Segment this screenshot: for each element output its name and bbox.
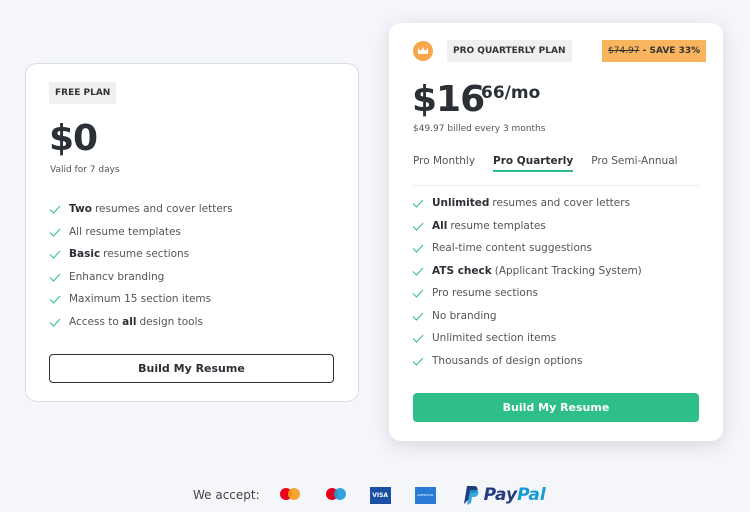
visa-icon: VISA <box>369 486 391 504</box>
mastercard-icon <box>279 488 300 500</box>
paypal-text: PayPal <box>483 485 546 505</box>
check-icon <box>49 318 61 327</box>
plan-tag: FREE PLAN <box>49 82 117 104</box>
check-icon <box>412 289 424 298</box>
tab-pro-semi-annual[interactable]: Pro Semi-Annual <box>591 155 677 172</box>
feature-item: Basic resume sections <box>49 243 233 266</box>
tab-pro-quarterly[interactable]: Pro Quarterly <box>493 155 574 172</box>
check-icon <box>49 250 61 259</box>
feature-item: Enhancv branding <box>49 266 233 289</box>
feature-list: Unlimited resumes and cover letters All res… <box>412 192 642 372</box>
check-icon <box>49 273 61 282</box>
check-icon <box>412 267 424 276</box>
price-cents: 66/mo <box>481 83 541 103</box>
feature-text: All resume templates <box>69 225 181 238</box>
feature-text: No branding <box>432 309 497 322</box>
feature-text: Unlimited section items <box>432 332 557 345</box>
feature-text: Maximum 15 section items <box>69 293 212 306</box>
feature-text: Real-time content suggestions <box>432 242 592 255</box>
check-icon <box>412 312 424 321</box>
feature-list: Two resumes and cover letters All resume t… <box>49 198 233 333</box>
accept-label: We accept: <box>193 488 260 502</box>
check-icon <box>412 334 424 343</box>
tab-pro-monthly[interactable]: Pro Monthly <box>413 155 475 172</box>
build-resume-button[interactable]: Build My Resume <box>49 354 334 383</box>
feature-item: All resume templates <box>412 215 642 238</box>
feature-item: Thousands of design options <box>412 350 642 373</box>
payment-methods: We accept: VISA AMERICAN EXPRESS PayPal <box>193 484 546 506</box>
feature-text: Access to all design tools <box>69 315 203 328</box>
price: $0 <box>49 118 98 159</box>
check-icon <box>412 244 424 253</box>
amex-icon: AMERICAN EXPRESS <box>414 486 436 504</box>
billing-tabs: Pro Monthly Pro Quarterly Pro Semi-Annual <box>413 155 678 172</box>
paypal-logo-icon <box>463 486 479 505</box>
feature-item: Two resumes and cover letters <box>49 198 233 221</box>
feature-item: No branding <box>412 305 642 328</box>
check-icon <box>412 357 424 366</box>
old-price: $74.97 <box>608 46 640 56</box>
crown-icon <box>413 41 433 61</box>
save-text: - SAVE 33% <box>639 46 701 56</box>
feature-item: Real-time content suggestions <box>412 237 642 260</box>
save-badge: $74.97 - SAVE 33% <box>602 40 707 62</box>
feature-item: Access to all design tools <box>49 311 233 334</box>
plan-tag: PRO QUARTERLY PLAN <box>447 40 572 62</box>
feature-text: Thousands of design options <box>432 354 583 367</box>
feature-text: ATS check (Applicant Tracking System) <box>432 264 642 277</box>
feature-text: Two resumes and cover letters <box>69 203 233 216</box>
billing-info: $49.97 billed every 3 months <box>413 124 546 134</box>
divider <box>413 185 699 186</box>
check-icon <box>49 205 61 214</box>
feature-text: Enhancv branding <box>69 270 165 283</box>
feature-item: All resume templates <box>49 221 233 244</box>
check-icon <box>412 222 424 231</box>
pro-plan-card: PRO QUARTERLY PLAN $74.97 - SAVE 33% $16… <box>389 23 723 441</box>
build-resume-button[interactable]: Build My Resume <box>413 393 699 422</box>
price: $16 <box>412 79 485 120</box>
maestro-icon <box>325 488 346 500</box>
feature-text: Pro resume sections <box>432 287 538 300</box>
feature-item: Maximum 15 section items <box>49 288 233 311</box>
check-icon <box>49 228 61 237</box>
feature-item: ATS check (Applicant Tracking System) <box>412 260 642 283</box>
check-icon <box>49 295 61 304</box>
feature-text: Unlimited resumes and cover letters <box>432 197 631 210</box>
feature-text: Basic resume sections <box>69 248 190 261</box>
validity: Valid for 7 days <box>50 165 120 175</box>
check-icon <box>412 199 424 208</box>
feature-item: Unlimited resumes and cover letters <box>412 192 642 215</box>
feature-item: Unlimited section items <box>412 327 642 350</box>
feature-text: All resume templates <box>432 219 546 232</box>
free-plan-card: FREE PLAN $0 Valid for 7 days Two resumes… <box>25 63 359 402</box>
feature-item: Pro resume sections <box>412 282 642 305</box>
